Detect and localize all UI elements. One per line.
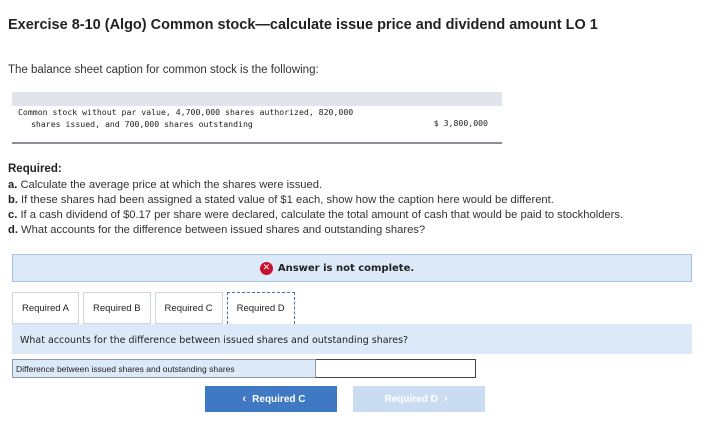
answer-row: Difference between issued shares and out… <box>12 359 476 378</box>
next-required-d-button[interactable]: Required D › <box>353 386 485 412</box>
chevron-right-icon: › <box>443 393 448 405</box>
tab-panel: What accounts for the difference between… <box>12 324 692 354</box>
balance-sheet-caption: Common stock without par value, 4,700,00… <box>12 92 502 144</box>
answer-input[interactable] <box>316 359 476 378</box>
status-text: Answer is not complete. <box>277 262 415 274</box>
prev-button-label: Required C <box>252 393 306 405</box>
next-button-label: Required D <box>384 393 438 405</box>
x-circle-icon: ✕ <box>259 261 273 275</box>
caption-line-2: shares issued, and 700,000 shares outsta… <box>31 119 253 129</box>
answer-status-banner: ✕ Answer is not complete. <box>12 254 692 282</box>
caption-amount: $ 3,800,000 <box>433 118 488 128</box>
tab-required-a[interactable]: Required A <box>12 292 80 324</box>
prev-required-c-button[interactable]: ‹ Required C <box>205 386 337 412</box>
tab-required-b[interactable]: Required B <box>83 292 151 324</box>
required-a: a. Calculate the average price at which … <box>8 179 323 191</box>
tab-required-d[interactable]: Required D <box>226 292 295 324</box>
required-c: c. If a cash dividend of $0.17 per share… <box>8 209 624 221</box>
answer-label: Difference between issued shares and out… <box>12 359 316 378</box>
question-text: What accounts for the difference between… <box>20 335 409 346</box>
caption-line-1: Common stock without par value, 4,700,00… <box>18 107 354 117</box>
chevron-left-icon: ‹ <box>242 393 247 405</box>
required-tabs: Required A Required B Required C Require… <box>12 292 299 324</box>
required-d: d. What accounts for the difference betw… <box>8 224 426 236</box>
exercise-title: Exercise 8-10 (Algo) Common stock—calcul… <box>8 17 598 33</box>
intro-text: The balance sheet caption for common sto… <box>8 64 319 76</box>
tab-required-c[interactable]: Required C <box>154 292 223 324</box>
required-heading: Required: <box>8 163 62 175</box>
required-list: a. Calculate the average price at which … <box>8 178 623 238</box>
required-b: b. If these shares had been assigned a s… <box>8 194 554 206</box>
caption-description: Common stock without par value, 4,700,00… <box>18 106 353 130</box>
